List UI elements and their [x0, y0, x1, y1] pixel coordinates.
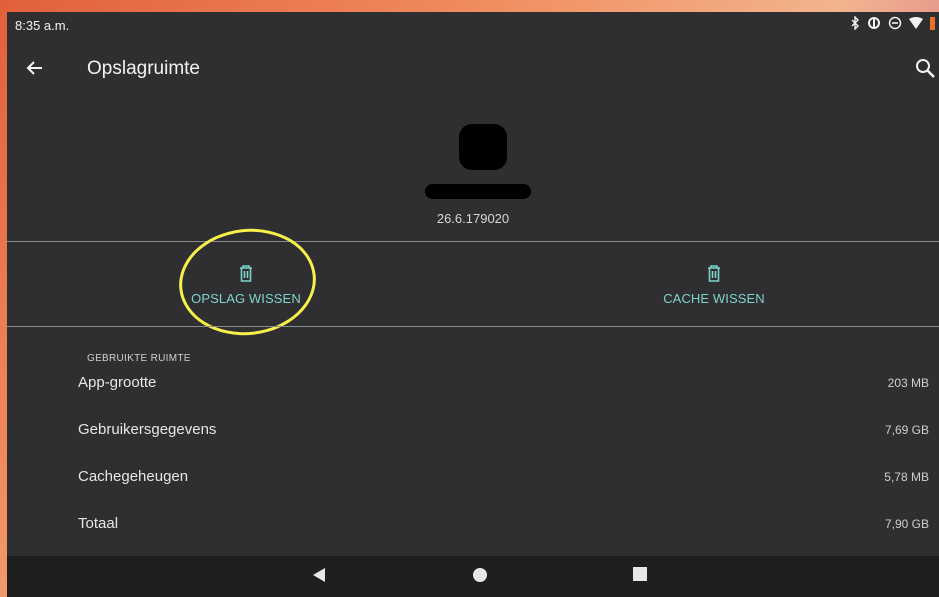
- storage-row-user-data: Gebruikersgegevens 7,69 GB: [7, 411, 939, 451]
- row-value: 7,69 GB: [884, 423, 929, 437]
- data-saver-icon: [867, 16, 881, 30]
- storage-row-app-size: App-grootte 203 MB: [7, 364, 939, 404]
- square-recents-icon: [633, 567, 647, 585]
- divider-top: [7, 241, 939, 242]
- row-label: Cachegeheugen: [78, 468, 189, 485]
- divider-bottom: [7, 326, 939, 327]
- nav-back-button[interactable]: [312, 567, 326, 588]
- clear-cache-label: CACHE WISSEN: [663, 291, 765, 306]
- status-time: 8:35 a.m.: [15, 18, 70, 33]
- storage-row-total: Totaal 7,90 GB: [7, 505, 939, 545]
- arrow-back-icon: [21, 61, 49, 86]
- triangle-back-icon: [312, 568, 326, 587]
- trash-icon: [238, 263, 254, 283]
- search-button[interactable]: [913, 56, 939, 82]
- navigation-bar: [7, 556, 939, 597]
- nav-recents-button[interactable]: [633, 567, 647, 586]
- app-icon-redacted: [459, 124, 507, 170]
- trash-icon: [706, 263, 722, 283]
- app-version: 26.6.179020: [436, 211, 510, 226]
- row-value: 203 MB: [887, 376, 929, 390]
- search-icon: [913, 59, 939, 86]
- circle-home-icon: [472, 568, 488, 587]
- clear-cache-button[interactable]: CACHE WISSEN: [614, 244, 814, 326]
- status-bar: 8:35 a.m.: [7, 12, 939, 38]
- status-icons: [850, 16, 935, 30]
- row-value: 7,90 GB: [884, 517, 929, 531]
- page-title: Opslagruimte: [87, 58, 200, 79]
- row-value: 5,78 MB: [884, 470, 929, 484]
- app-bar: Opslagruimte: [7, 38, 939, 100]
- row-label: Totaal: [78, 515, 119, 532]
- clear-storage-label: OPSLAG WISSEN: [191, 291, 301, 306]
- battery-icon: [930, 16, 935, 30]
- do-not-disturb-icon: [888, 16, 902, 30]
- row-label: App-grootte: [78, 374, 157, 391]
- wifi-icon: [909, 17, 923, 29]
- storage-row-cache: Cachegeheugen 5,78 MB: [7, 458, 939, 498]
- row-label: Gebruikersgegevens: [78, 421, 217, 438]
- nav-home-button[interactable]: [472, 567, 488, 588]
- bluetooth-icon: [850, 16, 860, 30]
- section-header-used-space: GEBRUIKTE RUIMTE: [87, 353, 191, 364]
- back-button[interactable]: [21, 54, 49, 82]
- clear-storage-button[interactable]: OPSLAG WISSEN: [146, 244, 346, 326]
- app-name-redacted: [425, 184, 531, 199]
- phone-screen: 8:35 a.m. Opslagruimte 26.6.179020 OPSLA…: [7, 12, 939, 597]
